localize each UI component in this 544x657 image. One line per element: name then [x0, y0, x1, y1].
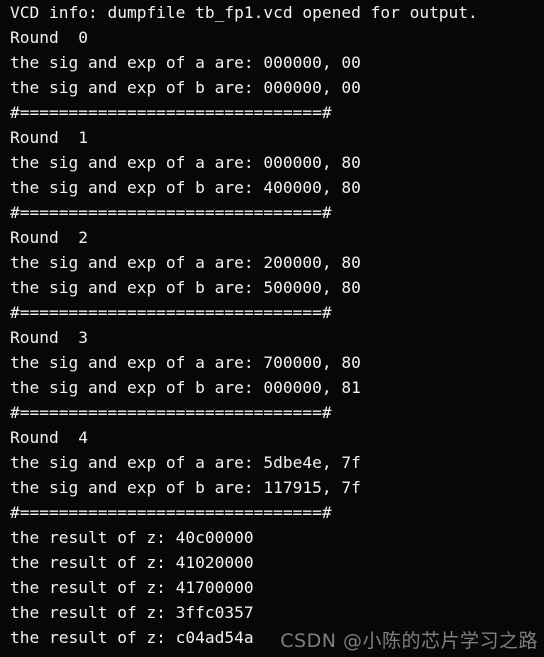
console-output: VCD info: dumpfile tb_fp1.vcd opened for… — [10, 0, 478, 650]
console-line: the sig and exp of a are: 000000, 00 — [10, 53, 361, 72]
console-line: the result of z: c04ad54a — [10, 628, 254, 647]
console-line: the result of z: 41700000 — [10, 578, 254, 597]
console-line: Round 0 — [10, 28, 88, 47]
console-line: Round 3 — [10, 328, 88, 347]
console-line: the sig and exp of b are: 000000, 00 — [10, 78, 361, 97]
console-line: Round 2 — [10, 228, 88, 247]
console-line: the sig and exp of a are: 000000, 80 — [10, 153, 361, 172]
console-line: #===============================# — [10, 403, 332, 422]
console-line: the sig and exp of a are: 700000, 80 — [10, 353, 361, 372]
console-line: Round 1 — [10, 128, 88, 147]
console-line: Round 4 — [10, 428, 88, 447]
console-line: the sig and exp of b are: 000000, 81 — [10, 378, 361, 397]
console-line: the sig and exp of a are: 200000, 80 — [10, 253, 361, 272]
console-line: VCD info: dumpfile tb_fp1.vcd opened for… — [10, 3, 478, 22]
console-line: the sig and exp of b are: 400000, 80 — [10, 178, 361, 197]
console-line: the sig and exp of b are: 500000, 80 — [10, 278, 361, 297]
console-line: #===============================# — [10, 303, 332, 322]
console-line: #===============================# — [10, 503, 332, 522]
console-line: the result of z: 3ffc0357 — [10, 603, 254, 622]
console-line: the result of z: 40c00000 — [10, 528, 254, 547]
console-line: the sig and exp of b are: 117915, 7f — [10, 478, 361, 497]
console-line: the sig and exp of a are: 5dbe4e, 7f — [10, 453, 361, 472]
terminal-window: VCD info: dumpfile tb_fp1.vcd opened for… — [0, 0, 544, 657]
console-line: #===============================# — [10, 203, 332, 222]
console-line: the result of z: 41020000 — [10, 553, 254, 572]
console-line: #===============================# — [10, 103, 332, 122]
